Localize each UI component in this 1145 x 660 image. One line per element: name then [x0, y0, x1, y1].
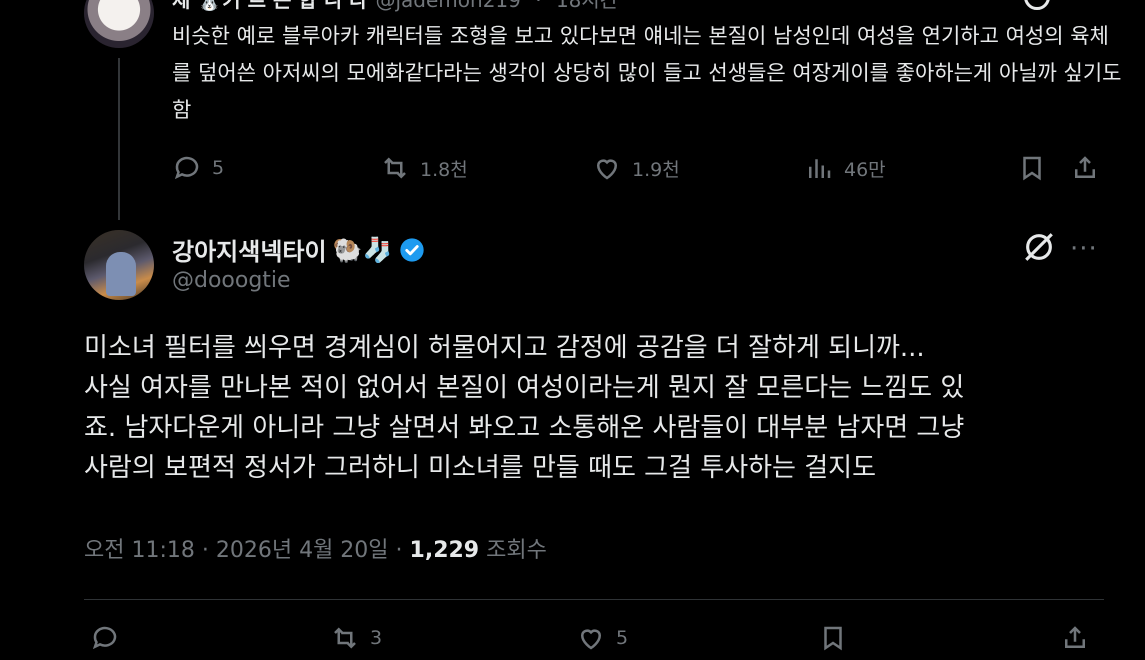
main-action-bar: 3 5 [84, 620, 1104, 660]
like-count: 1.9천 [632, 158, 680, 181]
parent-tweet-text: 비슷한 예로 블루아카 캐릭터들 조형을 보고 있다보면 얘네는 본질이 남성인… [172, 24, 1122, 122]
share-icon [1065, 626, 1085, 648]
like-button[interactable]: 1.9천 [592, 150, 680, 186]
views-count: 46만 [844, 158, 886, 181]
parent-avatar[interactable] [84, 0, 154, 48]
verified-icon [400, 237, 424, 262]
bookmark-icon [824, 626, 842, 651]
repost-icon [334, 627, 356, 649]
parent-display-name[interactable]: 제 🐰기 르 는 합 니 다 [172, 0, 367, 12]
repost-count: 3 [370, 627, 383, 649]
tweet-line: 사실 여자를 만나본 적이 없어서 본질이 여성이라는게 뭔지 잘 모른다는 느… [84, 373, 965, 403]
thread-line [118, 58, 120, 220]
tweet-line: 미소녀 필터를 씌우면 경계심이 허물어지고 감정에 공감을 더 잘하게 되니까… [84, 333, 925, 363]
like-icon [596, 159, 618, 180]
parent-action-bar: 5 1.8천 1.9천 46만 [172, 150, 1102, 186]
repost-icon [384, 157, 406, 179]
main-avatar[interactable] [84, 230, 154, 300]
like-count: 5 [616, 627, 629, 649]
bookmark-button[interactable] [818, 620, 848, 656]
share-icon [1075, 156, 1095, 178]
view-count: 1,229 [409, 538, 480, 563]
main-handle[interactable]: @dooogtie [172, 268, 291, 293]
parent-author-row[interactable]: 제 🐰기 르 는 합 니 다 @jademon219 · 18시간 [172, 0, 618, 13]
share-button[interactable] [1070, 150, 1100, 186]
parent-time[interactable]: 18시간 [556, 0, 618, 12]
grok-icon-partial[interactable] [1024, 0, 1050, 10]
parent-handle[interactable]: @jademon219 [375, 0, 520, 12]
name-emojis: 🐏🧦 [332, 235, 393, 264]
grok-icon[interactable] [1022, 230, 1056, 264]
views-button[interactable]: 46만 [804, 150, 886, 186]
repost-count: 1.8천 [420, 158, 468, 181]
views-icon [809, 159, 831, 178]
like-icon [580, 629, 602, 650]
main-author-row[interactable]: 강아지색넥타이 🐏🧦 [172, 232, 426, 267]
reply-button[interactable]: 5 [172, 150, 224, 186]
view-label: 조회수 [479, 538, 547, 563]
repost-button[interactable]: 1.8천 [380, 150, 468, 186]
bookmark-button[interactable] [1017, 150, 1047, 186]
reply-icon [92, 626, 117, 650]
reply-icon [174, 156, 199, 180]
main-tweet-text: 미소녀 필터를 씌우면 경계심이 허물어지고 감정에 공감을 더 잘하게 되니까… [84, 328, 1104, 488]
tweet-metadata: 오전 11:18 · 2026년 4월 20일 · 1,229 조회수 [84, 532, 547, 564]
bookmark-icon [1023, 156, 1041, 181]
tweet-timestamp[interactable]: 오전 11:18 · 2026년 4월 20일 · [84, 538, 410, 563]
reply-button[interactable] [90, 620, 130, 656]
tweet-line: 사람의 보편적 정서가 그러하니 미소녀를 만들 때도 그걸 투사하는 걸지도 [84, 453, 876, 483]
tweet-line: 죠. 남자다운게 아니라 그냥 살면서 봐오고 소통해온 사람들이 대부분 남자… [84, 413, 965, 443]
reply-count: 5 [212, 157, 225, 179]
more-icon[interactable]: ··· [1070, 234, 1098, 264]
repost-button[interactable]: 3 [330, 620, 382, 656]
main-display-name[interactable]: 강아지색넥타이 [172, 232, 327, 267]
share-button[interactable] [1060, 620, 1090, 656]
divider [84, 599, 1104, 600]
like-button[interactable]: 5 [576, 620, 628, 656]
